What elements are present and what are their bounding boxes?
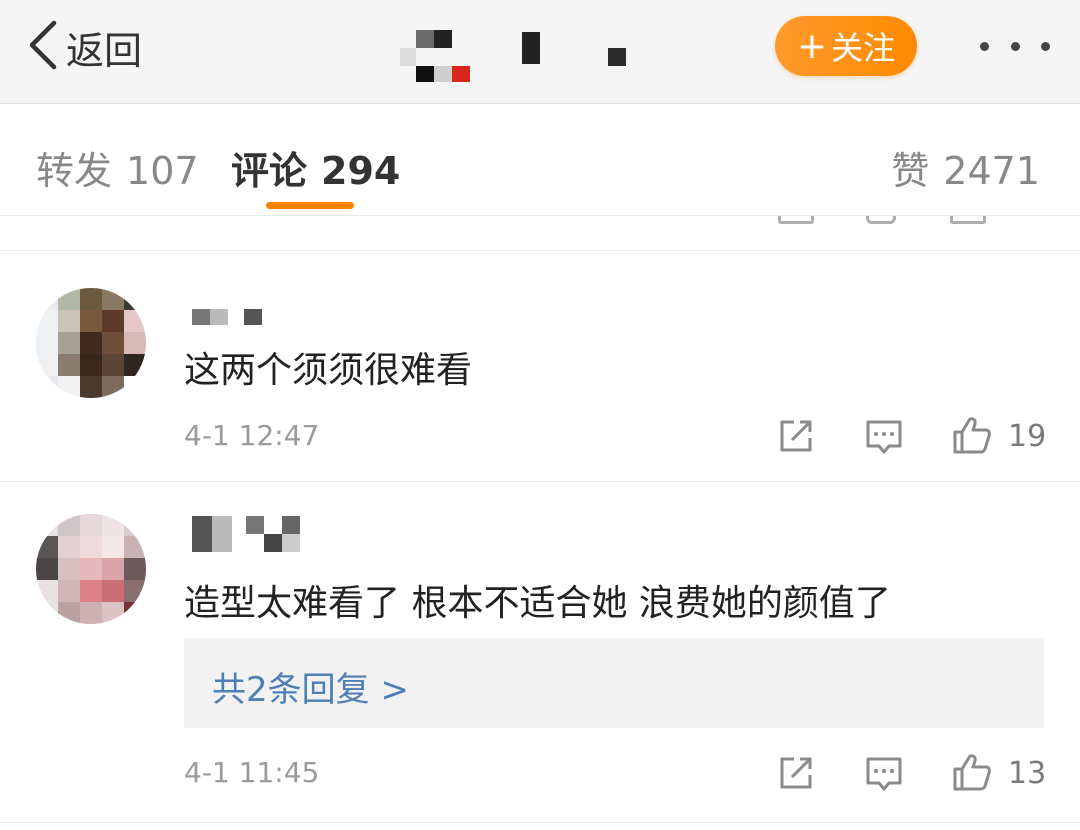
more-dots-icon[interactable] xyxy=(980,34,1050,58)
tab-repost[interactable]: 转发 107 xyxy=(36,140,199,195)
comment-icon[interactable] xyxy=(865,756,903,794)
follow-label: 关注 xyxy=(831,29,896,67)
chevron-left-icon xyxy=(24,19,64,75)
share-icon[interactable] xyxy=(778,419,814,453)
comment-timestamp: 4-1 11:45 xyxy=(184,756,320,789)
view-replies-label: 共2条回复 > xyxy=(212,670,409,710)
view-replies-button[interactable]: 共2条回复 > xyxy=(184,638,1044,728)
thumbs-up-icon[interactable] xyxy=(952,415,992,455)
tab-likes[interactable]: 赞 2471 xyxy=(891,140,1040,195)
plus-icon: + xyxy=(796,25,828,67)
like-count: 19 xyxy=(1008,419,1047,454)
thumbs-up-icon xyxy=(950,216,986,224)
tab-likes-count: 2471 xyxy=(943,149,1040,193)
username-redacted[interactable] xyxy=(186,516,316,556)
comment-icon[interactable] xyxy=(865,419,903,457)
top-navigation-bar: 返回 + 关注 xyxy=(0,0,1080,104)
avatar[interactable] xyxy=(36,288,146,398)
back-label: 返回 xyxy=(66,28,143,73)
comment-timestamp: 4-1 12:47 xyxy=(184,419,320,452)
active-tab-indicator xyxy=(266,202,354,209)
dot xyxy=(980,41,989,51)
share-icon xyxy=(778,216,814,224)
comment-text: 造型太难看了 根本不适合她 浪费她的颜值了 xyxy=(184,583,891,624)
tab-bar: 转发 107 评论 294 赞 2471 xyxy=(0,104,1080,216)
follow-button[interactable]: + 关注 xyxy=(775,16,917,76)
comment-text: 这两个须须很难看 xyxy=(184,350,473,391)
comment-icon xyxy=(866,216,896,224)
avatar[interactable] xyxy=(36,514,146,624)
tab-repost-label: 转发 xyxy=(36,149,113,193)
comment-item: 这两个须须很难看 4-1 12:47 19 xyxy=(0,251,1080,481)
thumbs-up-icon[interactable] xyxy=(952,752,992,792)
share-icon[interactable] xyxy=(778,756,814,790)
dot xyxy=(1041,41,1050,51)
nav-title-redacted xyxy=(398,26,638,86)
like-count: 13 xyxy=(1008,756,1047,791)
comment-item: 造型太难看了 根本不适合她 浪费她的颜值了 共2条回复 > 4-1 11:45 … xyxy=(0,482,1080,822)
tab-repost-count: 107 xyxy=(126,149,199,193)
tab-comment-label: 评论 xyxy=(231,149,308,193)
dot xyxy=(1010,41,1020,51)
previous-row-remnant xyxy=(0,216,1080,250)
tab-comment-count: 294 xyxy=(321,149,401,193)
username-redacted[interactable] xyxy=(186,309,316,345)
tab-likes-label: 赞 xyxy=(891,149,930,193)
row-divider xyxy=(0,822,1080,823)
tab-comment[interactable]: 评论 294 xyxy=(231,140,400,195)
back-button[interactable]: 返回 xyxy=(24,16,142,78)
